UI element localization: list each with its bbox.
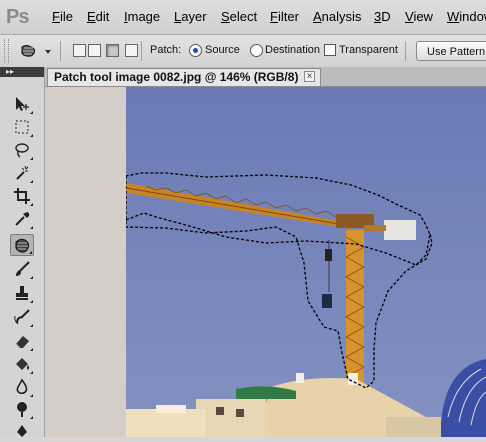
close-tab-icon[interactable]: × <box>304 71 315 82</box>
options-bar: Patch: Source Destination Transparent Us… <box>0 35 486 68</box>
menu-select[interactable]: Select <box>221 9 257 24</box>
menu-edit[interactable]: Edit <box>87 9 109 24</box>
use-pattern-button[interactable]: Use Pattern <box>416 41 486 61</box>
menu-analysis[interactable]: Analysis <box>313 9 361 24</box>
tool-flyout-indicator <box>30 276 33 279</box>
subtract-from-selection-button[interactable] <box>106 44 119 57</box>
pen-tool[interactable] <box>10 420 34 442</box>
patch-tool-preset-icon <box>21 45 51 57</box>
move-icon <box>16 97 29 111</box>
paint-bucket-icon <box>16 358 29 370</box>
radio-selected-dot <box>193 48 198 53</box>
tool-flyout-indicator <box>30 324 33 327</box>
eyedropper-tool[interactable] <box>10 208 34 230</box>
tool-flyout-indicator <box>30 394 33 397</box>
tool-flyout-indicator <box>30 300 33 303</box>
tool-flyout-indicator <box>30 416 33 419</box>
menu-image[interactable]: Image <box>124 9 160 24</box>
photoshop-logo: Ps <box>6 6 29 28</box>
menu-layer[interactable]: Layer <box>174 9 207 24</box>
tool-flyout-indicator <box>30 348 33 351</box>
eyedropper-icon <box>15 212 30 226</box>
tool-flyout-indicator <box>30 203 33 206</box>
options-bar-grip[interactable] <box>4 39 9 63</box>
tool-flyout-indicator <box>30 111 33 114</box>
add-to-selection-button[interactable] <box>88 44 101 57</box>
destination-label[interactable]: Destination <box>265 44 320 56</box>
document-tab[interactable]: Patch tool image 0082.jpg @ 146% (RGB/8) <box>47 68 321 86</box>
options-separator <box>141 41 142 61</box>
marquee-tool[interactable] <box>10 116 34 138</box>
canvas-image <box>126 87 486 437</box>
tools-panel-collapse[interactable]: ▸▸ <box>0 67 44 77</box>
magic-wand-icon <box>16 165 29 180</box>
menu-file[interactable]: File <box>52 9 73 24</box>
dodge-tool[interactable] <box>10 376 34 398</box>
source-radio[interactable] <box>189 44 202 57</box>
crop-icon <box>14 188 30 204</box>
blur-drop-icon <box>16 378 28 395</box>
patch-label: Patch: <box>150 44 182 56</box>
brush-icon <box>16 261 30 276</box>
options-separator <box>60 41 61 61</box>
history-brush-tool[interactable] <box>10 306 34 328</box>
paint-bucket-tool[interactable] <box>10 353 34 375</box>
pen-icon <box>17 425 27 437</box>
tool-preset-picker[interactable] <box>18 42 52 60</box>
new-selection-button[interactable] <box>73 44 86 57</box>
tool-flyout-indicator <box>30 180 33 183</box>
tool-flyout-indicator <box>29 251 32 254</box>
options-separator <box>405 41 406 61</box>
stamp-icon <box>16 286 28 300</box>
image-canvas[interactable] <box>126 87 486 437</box>
rect-marquee-icon <box>15 120 29 134</box>
history-brush-icon <box>14 309 30 325</box>
menu-window[interactable]: Window <box>447 9 486 24</box>
menu-bar: Ps File Edit Image Layer Select Filter A… <box>0 0 486 35</box>
tool-flyout-indicator <box>30 157 33 160</box>
brush-tool[interactable] <box>10 258 34 280</box>
pasteboard <box>45 87 126 437</box>
lasso-tool[interactable] <box>10 139 34 161</box>
dodge-icon <box>17 402 27 417</box>
transparent-label[interactable]: Transparent <box>339 44 398 56</box>
menu-3d[interactable]: 3D <box>374 9 391 24</box>
eraser-tool[interactable] <box>10 330 34 352</box>
crop-tool[interactable] <box>10 185 34 207</box>
tool-flyout-indicator <box>30 371 33 374</box>
source-label[interactable]: Source <box>205 44 240 56</box>
quick-selection-tool[interactable] <box>10 162 34 184</box>
clone-stamp-tool[interactable] <box>10 282 34 304</box>
destination-radio[interactable] <box>250 44 263 57</box>
move-tool[interactable] <box>10 93 34 115</box>
lasso-icon <box>15 143 29 158</box>
tool-flyout-indicator <box>30 134 33 137</box>
menu-filter[interactable]: Filter <box>270 9 299 24</box>
menu-view[interactable]: View <box>405 9 433 24</box>
intersect-selection-button[interactable] <box>125 44 138 57</box>
transparent-checkbox[interactable] <box>324 44 336 56</box>
patch-tool[interactable] <box>10 234 34 256</box>
eraser-icon <box>15 336 29 349</box>
burn-tool[interactable] <box>10 398 34 420</box>
tool-flyout-indicator <box>30 226 33 229</box>
